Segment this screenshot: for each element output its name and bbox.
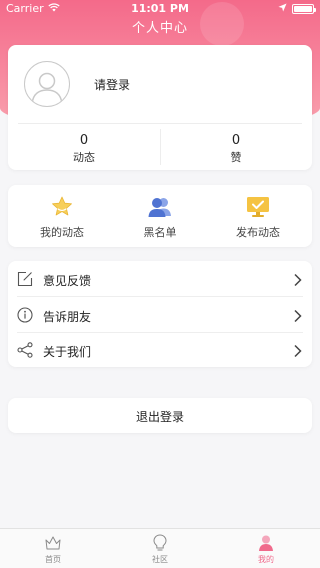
stat-posts-value: 0	[79, 133, 89, 148]
tab-mine[interactable]: 我的	[213, 533, 319, 565]
divider	[18, 123, 302, 124]
person-icon	[213, 533, 319, 553]
logout-label: 退出登录	[135, 410, 184, 424]
menu-card: 意见反馈 告诉朋友 关于我们	[8, 261, 312, 367]
stat-likes-value: 0	[231, 133, 241, 148]
quick-action-my-posts[interactable]: 我的动态	[12, 195, 112, 240]
avatar-icon[interactable]	[24, 61, 70, 107]
quick-action-label: 我的动态	[40, 226, 84, 239]
info-icon	[17, 307, 33, 323]
monitor-check-icon	[208, 195, 308, 219]
status-time: 11:01 PM	[131, 2, 189, 15]
menu-item-about-us[interactable]: 关于我们	[8, 332, 312, 368]
battery-level	[294, 5, 312, 12]
users-icon	[110, 195, 210, 219]
tab-community[interactable]: 社区	[107, 533, 213, 565]
tab-home[interactable]: 首页	[0, 533, 106, 565]
bulb-icon	[107, 533, 213, 553]
tab-label: 我的	[258, 555, 274, 564]
chevron-right-icon	[293, 308, 303, 323]
login-prompt[interactable]: 请登录	[94, 76, 130, 93]
quick-action-publish[interactable]: 发布动态	[208, 195, 308, 240]
menu-item-label: 告诉朋友	[43, 310, 92, 324]
logout-button[interactable]: 退出登录	[8, 398, 312, 433]
status-right	[278, 2, 316, 15]
quick-action-label: 黑名单	[143, 226, 177, 239]
star-icon	[12, 195, 112, 219]
chevron-right-icon	[293, 272, 303, 287]
stat-likes-label: 赞	[230, 151, 242, 164]
page-title: 个人中心	[131, 21, 188, 36]
profile-card: 请登录 0 动态 0 赞	[8, 45, 312, 170]
quick-action-label: 发布动态	[236, 226, 280, 239]
menu-item-label: 意见反馈	[43, 274, 92, 288]
quick-action-blacklist[interactable]: 黑名单	[110, 195, 210, 240]
stat-posts-label: 动态	[73, 151, 95, 164]
chevron-right-icon	[293, 343, 303, 358]
tab-bar: 首页 社区 我的	[0, 528, 320, 568]
tab-label: 首页	[45, 555, 61, 564]
share-icon	[17, 342, 33, 358]
location-arrow-icon	[278, 2, 287, 15]
menu-item-tell-friends[interactable]: 告诉朋友	[8, 297, 312, 333]
stat-posts[interactable]: 0 动态	[8, 133, 160, 166]
tab-label: 社区	[152, 555, 168, 564]
stat-likes[interactable]: 0 赞	[160, 133, 312, 166]
battery-icon	[292, 3, 316, 14]
menu-item-feedback[interactable]: 意见反馈	[8, 261, 312, 297]
quick-actions-card: 我的动态 黑名单 发布动态	[8, 185, 312, 247]
menu-item-label: 关于我们	[43, 345, 92, 359]
crown-icon	[0, 533, 106, 553]
edit-icon	[17, 271, 33, 287]
